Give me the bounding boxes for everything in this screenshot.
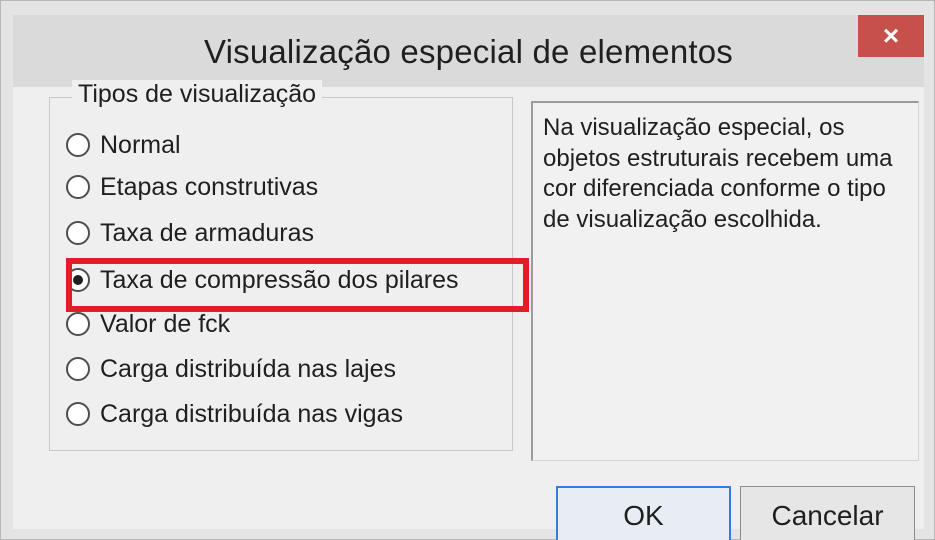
option-beam-distributed-load[interactable]: Carga distribuída nas vigas: [66, 397, 403, 431]
group-title: Tipos de visualização: [72, 80, 323, 109]
option-label-construction-stages: Etapas construtivas: [100, 172, 319, 201]
option-slab-distributed-load[interactable]: Carga distribuída nas lajes: [66, 352, 396, 386]
description-panel: Na visualização especial, os objetos est…: [531, 101, 919, 461]
option-label-slab-distributed-load: Carga distribuída nas lajes: [100, 354, 396, 383]
dialog-title: Visualização especial de elementos: [203, 33, 733, 70]
option-construction-stages[interactable]: Etapas construtivas: [66, 170, 318, 204]
option-label-reinforcement-rate: Taxa de armaduras: [100, 218, 315, 247]
option-fck-value[interactable]: Valor de fck: [66, 307, 230, 341]
ok-button-label: OK: [623, 500, 664, 531]
visualization-type-group: Tipos de visualização Normal Etapas cons…: [49, 80, 529, 451]
option-label-beam-distributed-load: Carga distribuída nas vigas: [100, 399, 403, 428]
radio-fck-value[interactable]: [66, 312, 90, 336]
title-bar: Visualização especial de elementos ×: [13, 15, 924, 87]
visualization-dialog: Visualização especial de elementos × Tip…: [0, 0, 935, 540]
close-icon: ×: [882, 20, 900, 51]
option-normal[interactable]: Normal: [66, 128, 181, 162]
close-button[interactable]: ×: [858, 15, 924, 57]
radio-slab-distributed-load[interactable]: [66, 357, 90, 381]
radio-construction-stages[interactable]: [66, 175, 90, 199]
dialog-content: Tipos de visualização Normal Etapas cons…: [13, 80, 924, 540]
option-label-normal: Normal: [100, 130, 181, 159]
ok-button[interactable]: OK: [556, 486, 731, 540]
radio-normal[interactable]: [66, 133, 90, 157]
description-text: Na visualização especial, os objetos est…: [543, 114, 893, 234]
option-reinforcement-rate[interactable]: Taxa de armaduras: [66, 216, 314, 250]
radio-reinforcement-rate[interactable]: [66, 221, 90, 245]
radio-beam-distributed-load[interactable]: [66, 402, 90, 426]
cancel-button-label: Cancelar: [771, 500, 884, 531]
selected-option-highlight: [66, 258, 529, 312]
cancel-button[interactable]: Cancelar: [740, 486, 915, 540]
option-label-fck-value: Valor de fck: [100, 309, 231, 338]
